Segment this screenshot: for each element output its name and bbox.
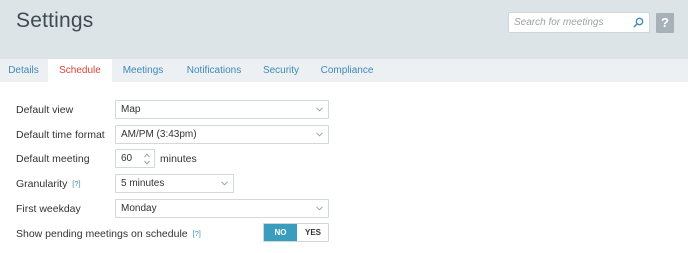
pending-meetings-help-link[interactable]: [?] <box>193 229 201 238</box>
default-meeting-label: Default meeting <box>16 153 90 165</box>
first-weekday-value: Monday <box>121 203 157 214</box>
tab-compliance[interactable]: Compliance <box>314 59 380 82</box>
tab-bar: Details Schedule Meetings Notifications … <box>0 59 688 82</box>
chevron-down-icon <box>316 107 323 112</box>
toggle-yes-option[interactable]: YES <box>297 224 328 241</box>
default-view-value: Map <box>121 104 141 115</box>
granularity-label-text: Granularity <box>16 178 68 190</box>
default-meeting-stepper[interactable]: 60 <box>115 149 155 168</box>
granularity-help-link[interactable]: [?] <box>72 179 80 188</box>
time-format-value: AM/PM (3:43pm) <box>121 129 197 140</box>
tab-notifications[interactable]: Notifications <box>178 59 250 82</box>
granularity-label: Granularity [?] <box>16 178 81 190</box>
toggle-no-option[interactable]: NO <box>264 224 297 241</box>
granularity-value: 5 minutes <box>121 178 165 189</box>
pending-meetings-toggle[interactable]: NO YES <box>263 223 329 242</box>
search-icon[interactable] <box>633 17 644 28</box>
chevron-down-icon <box>221 181 228 186</box>
tab-details[interactable]: Details <box>0 59 47 82</box>
page-title: Settings <box>16 9 94 32</box>
default-view-label: Default view <box>16 104 74 116</box>
default-meeting-value: 60 <box>121 153 133 164</box>
help-button[interactable]: ? <box>656 13 674 33</box>
granularity-select[interactable]: 5 minutes <box>115 174 234 193</box>
tab-meetings[interactable]: Meetings <box>113 59 173 82</box>
chevron-down-icon <box>316 132 323 137</box>
first-weekday-select[interactable]: Monday <box>115 199 329 218</box>
search-box[interactable] <box>508 12 650 33</box>
search-input[interactable] <box>514 15 630 30</box>
stepper-arrows-icon[interactable] <box>144 152 150 166</box>
default-meeting-unit: minutes <box>160 153 197 165</box>
pending-meetings-label-text: Show pending meetings on schedule <box>16 228 188 240</box>
pending-meetings-label: Show pending meetings on schedule [?] <box>16 228 201 240</box>
first-weekday-label: First weekday <box>16 203 81 215</box>
page-header: Settings ? <box>0 0 688 59</box>
tab-schedule[interactable]: Schedule <box>48 59 112 82</box>
time-format-label: Default time format <box>16 129 105 141</box>
default-view-select[interactable]: Map <box>115 100 329 119</box>
time-format-select[interactable]: AM/PM (3:43pm) <box>115 125 329 144</box>
tab-security[interactable]: Security <box>257 59 305 82</box>
chevron-down-icon <box>316 206 323 211</box>
